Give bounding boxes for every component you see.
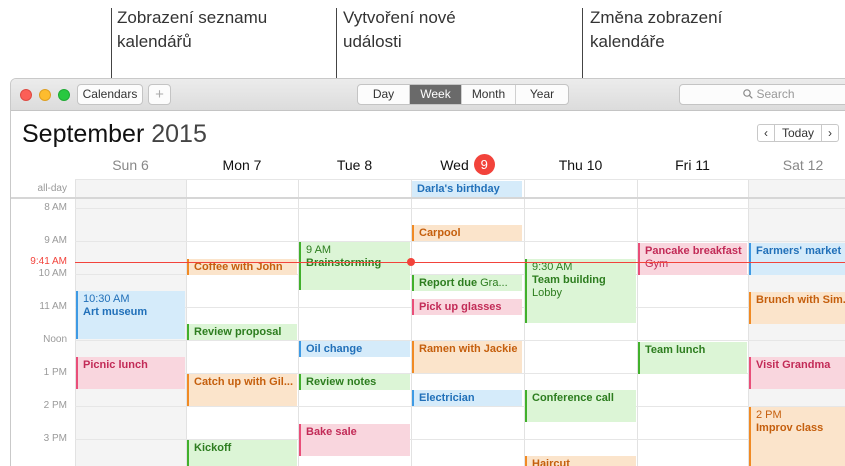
day-header-thu: Thu 10 [558,157,603,173]
event-catch-up[interactable]: Catch up with Gil... [187,374,297,406]
previous-week-button[interactable]: ‹ [757,124,775,142]
callout-calendar-list: Zobrazení seznamu kalendářů [117,8,268,51]
event-review-proposal[interactable]: Review proposal [187,324,297,340]
allday-separator [11,197,845,199]
event-oil-change[interactable]: Oil change [299,341,410,357]
add-event-button[interactable]: + [148,84,171,105]
today-button[interactable]: Today [775,124,821,142]
hour-label: 11 AM [39,301,67,312]
day-column-fri[interactable] [637,179,748,466]
day-header-wed: Wed 9 [411,154,524,180]
hour-label: 8 AM [44,202,67,213]
event-conference-call[interactable]: Conference call [525,390,636,422]
grid-line [75,179,845,180]
callout-line [111,8,112,82]
hour-label: 10 AM [38,268,67,279]
minimize-window-button[interactable] [39,89,51,101]
event-ramen-with-jackie[interactable]: Ramen with Jackie [412,341,522,373]
callout-new-event: Vytvoření nové události [343,8,456,51]
tab-year[interactable]: Year [516,85,568,104]
event-team-lunch[interactable]: Team lunch [638,342,747,374]
current-time-dot [407,258,415,266]
event-improv-class[interactable]: 2 PM Improv class [749,407,845,466]
event-farmers-market[interactable]: Farmers' market [749,243,845,275]
event-electrician[interactable]: Electrician [412,390,522,406]
allday-label: all-day [37,183,67,194]
day-header-sun: Sun 6 [112,157,149,173]
event-visit-grandma[interactable]: Visit Grandma [749,357,845,389]
hour-label: 3 PM [43,433,67,444]
day-header-fri: Fri 11 [675,157,710,173]
tab-month[interactable]: Month [462,85,516,104]
event-picnic-lunch[interactable]: Picnic lunch [76,357,185,389]
toolbar: Calendars + Day Week Month Year Search [11,79,845,111]
callout-change-view: Změna zobrazení kalendáře [590,8,723,51]
day-column-mon[interactable] [186,179,298,466]
search-field[interactable]: Search [679,84,845,105]
search-placeholder: Search [756,87,795,101]
day-column-tue[interactable] [298,179,411,466]
next-week-button[interactable]: › [821,124,839,142]
event-kickoff[interactable]: Kickoff [187,440,297,466]
event-pick-up-glasses[interactable]: Pick up glasses [412,299,522,315]
hour-label: 1 PM [43,367,67,378]
calendar-window: Calendars + Day Week Month Year Search S… [10,78,845,466]
zoom-window-button[interactable] [58,89,70,101]
event-haircut[interactable]: Haircut [525,456,636,466]
day-header-tue: Tue 8 [336,157,373,173]
day-header-sat: Sat 12 [782,157,824,173]
event-bake-sale[interactable]: Bake sale [299,424,410,456]
current-time-line [75,262,845,263]
tab-week[interactable]: Week [410,85,462,104]
event-report-due[interactable]: Report due Gra... [412,275,522,291]
grid-line [75,208,845,209]
event-team-building[interactable]: 9:30 AM Team building Lobby [525,259,636,323]
hour-label: 9 AM [44,235,67,246]
calendars-button[interactable]: Calendars [77,84,143,105]
event-carpool[interactable]: Carpool [412,225,522,241]
tab-day[interactable]: Day [358,85,410,104]
grid-line [75,406,845,407]
day-column-wed[interactable] [411,179,524,466]
grid-line [75,241,845,242]
event-brunch[interactable]: Brunch with Sim... [749,292,845,324]
event-darlas-birthday[interactable]: Darla's birthday [412,181,522,197]
day-header-mon: Mon 7 [222,157,262,173]
view-switcher: Day Week Month Year [357,84,569,105]
current-time-label: 9:41 AM [30,256,67,267]
hour-label: 2 PM [43,400,67,411]
page-title: September 2015 [22,120,207,148]
event-brainstorming[interactable]: 9 AM Brainstorming [299,242,410,290]
search-icon [743,86,754,105]
date-navigation: ‹ Today › [757,124,839,142]
today-badge: 9 [473,154,495,175]
event-art-museum[interactable]: 10:30 AM Art museum [76,291,185,339]
event-pancake-breakfast[interactable]: Pancake breakfast Gym [638,243,747,275]
event-review-notes[interactable]: Review notes [299,374,410,390]
close-window-button[interactable] [20,89,32,101]
hour-label: Noon [43,334,67,345]
